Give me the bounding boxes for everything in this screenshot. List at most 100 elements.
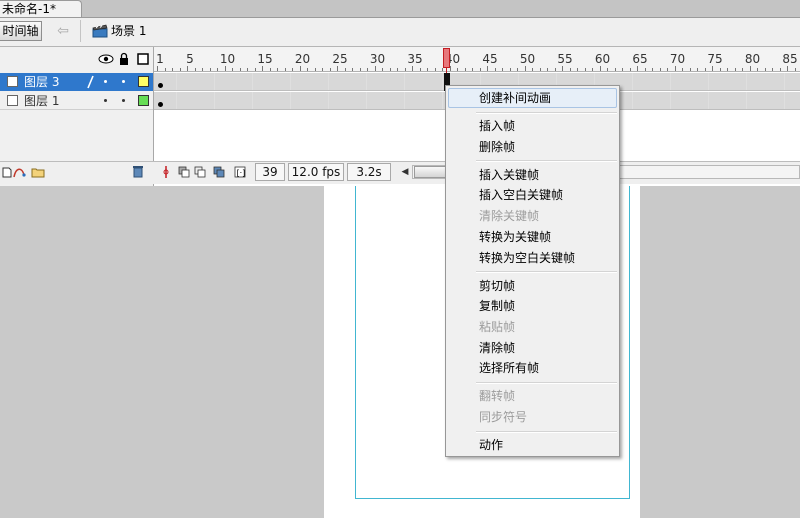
onion-skin-outlines-icon[interactable] <box>194 166 206 178</box>
ruler-tick <box>247 68 248 71</box>
ruler-label: 70 <box>669 52 686 66</box>
menu-item: 清除关键帧 <box>479 209 540 224</box>
ruler-label: 1 <box>156 52 164 66</box>
menu-item[interactable]: 删除帧 <box>448 137 617 157</box>
ruler-tick <box>232 68 233 71</box>
menu-item[interactable]: 创建补间动画 <box>448 88 617 108</box>
eye-icon[interactable] <box>98 54 114 64</box>
menu-item[interactable]: 复制帧 <box>448 296 617 316</box>
edit-multiple-frames-icon[interactable] <box>213 166 225 178</box>
menu-item: 粘贴帧 <box>479 319 516 334</box>
frame-rate-readout[interactable]: 12.0 fps <box>288 163 344 181</box>
ruler-label: 35 <box>407 52 423 66</box>
ruler-tick <box>712 66 713 71</box>
ruler-tick <box>569 68 571 71</box>
ruler-label: 55 <box>557 52 573 66</box>
menu-item[interactable]: 清除帧 <box>448 338 617 358</box>
ruler-tick <box>727 68 728 71</box>
menu-item[interactable]: 插入空白关键帧 <box>448 185 617 205</box>
ruler-label: 85 <box>782 52 798 66</box>
layer-row-1[interactable]: 图层 1 <box>0 92 153 110</box>
ruler-tick <box>719 68 721 71</box>
menu-separator <box>476 430 617 433</box>
ruler-tick <box>367 68 368 71</box>
onion-skin-icon[interactable] <box>178 166 190 178</box>
ruler-tick <box>292 68 293 71</box>
document-tab[interactable]: 未命名-1* <box>0 0 82 17</box>
ruler-tick <box>382 68 383 71</box>
menu-item[interactable]: 转换为空白关键帧 <box>448 248 617 268</box>
ruler-tick <box>554 68 556 71</box>
ruler-tick <box>472 68 473 71</box>
ruler-tick <box>674 66 676 71</box>
ruler-tick <box>344 68 346 71</box>
lock-icon[interactable] <box>120 52 128 66</box>
menu-item[interactable]: 插入帧 <box>448 116 617 136</box>
ruler-tick <box>614 68 616 71</box>
add-layer-icon[interactable] <box>2 167 12 178</box>
layer-row-3[interactable]: 图层 3 <box>0 73 153 91</box>
ruler-tick <box>179 68 181 71</box>
back-arrow-icon[interactable]: ⇦ <box>54 22 72 40</box>
outline-icon[interactable] <box>137 53 149 65</box>
visibility-toggle[interactable] <box>104 80 107 83</box>
onion-skin-icons: [·] <box>163 166 246 178</box>
ruler-tick <box>532 68 533 71</box>
scrollbar-thumb[interactable] <box>414 166 448 178</box>
menu-item[interactable]: 剪切帧 <box>448 276 617 296</box>
lock-toggle[interactable] <box>122 80 125 83</box>
visibility-toggle[interactable] <box>104 99 107 102</box>
menu-item[interactable]: 转换为关键帧 <box>448 227 617 247</box>
add-folder-icon[interactable] <box>31 168 45 178</box>
ruler-tick <box>772 68 773 71</box>
ruler-tick <box>704 68 706 71</box>
ruler-tick <box>419 68 421 71</box>
ruler-tick <box>337 66 338 71</box>
ruler-tick <box>592 68 593 71</box>
ruler-tick <box>622 68 623 71</box>
ruler-tick <box>172 68 173 71</box>
layer-color-swatch[interactable] <box>138 95 149 106</box>
ruler-tick <box>157 66 158 71</box>
ruler-tick <box>284 68 286 71</box>
ruler-tick <box>277 68 278 71</box>
layer-name: 图层 3 <box>24 75 60 89</box>
ruler-tick <box>329 68 331 71</box>
scene-breadcrumb[interactable]: 场景 1 <box>111 23 146 39</box>
ruler-tick <box>764 68 766 71</box>
timeline-toggle-button[interactable]: 时间轴 <box>0 21 42 41</box>
ruler-label: 45 <box>482 52 498 66</box>
ruler-tick <box>682 68 683 71</box>
ruler-tick <box>787 66 788 71</box>
menu-separator <box>476 382 617 384</box>
center-frame-icon[interactable] <box>163 166 169 178</box>
ruler-tick <box>359 68 361 71</box>
layer-tool-icons <box>2 167 45 178</box>
ruler-label: 80 <box>744 52 761 66</box>
scroll-left-arrow-icon[interactable]: ◀ <box>400 165 410 179</box>
add-motion-guide-icon[interactable] <box>13 168 26 178</box>
ruler-label: 65 <box>632 52 648 66</box>
lock-toggle[interactable] <box>122 99 125 102</box>
menu-item[interactable]: 选择所有帧 <box>448 358 617 378</box>
ruler-tick <box>644 68 646 71</box>
playhead[interactable] <box>443 48 450 68</box>
layer-color-swatch[interactable] <box>138 76 149 87</box>
ruler-tick <box>637 66 638 71</box>
ruler-tick <box>547 68 548 71</box>
keyframe-dot[interactable] <box>158 102 163 107</box>
ruler-tick <box>299 66 301 71</box>
menu-separator <box>476 111 617 114</box>
menu-item[interactable]: 插入关键帧 <box>448 165 617 185</box>
ruler-tick <box>734 68 736 71</box>
layer-name: 图层 1 <box>24 94 60 108</box>
trash-icon[interactable] <box>132 165 144 178</box>
elapsed-time-readout: 3.2s <box>347 163 391 181</box>
ruler-tick <box>404 68 406 71</box>
ruler-label: 15 <box>257 52 273 66</box>
menu-item[interactable]: 动作 <box>448 435 617 455</box>
modify-onion-markers-icon[interactable]: [·] <box>234 166 246 178</box>
frame-ruler[interactable]: 1 5 10 15 20 25 30 35 40 45 50 55 60 65 70 75 80 85 <box>154 47 800 72</box>
ruler-tick <box>352 68 353 71</box>
keyframe-dot[interactable] <box>158 83 163 88</box>
